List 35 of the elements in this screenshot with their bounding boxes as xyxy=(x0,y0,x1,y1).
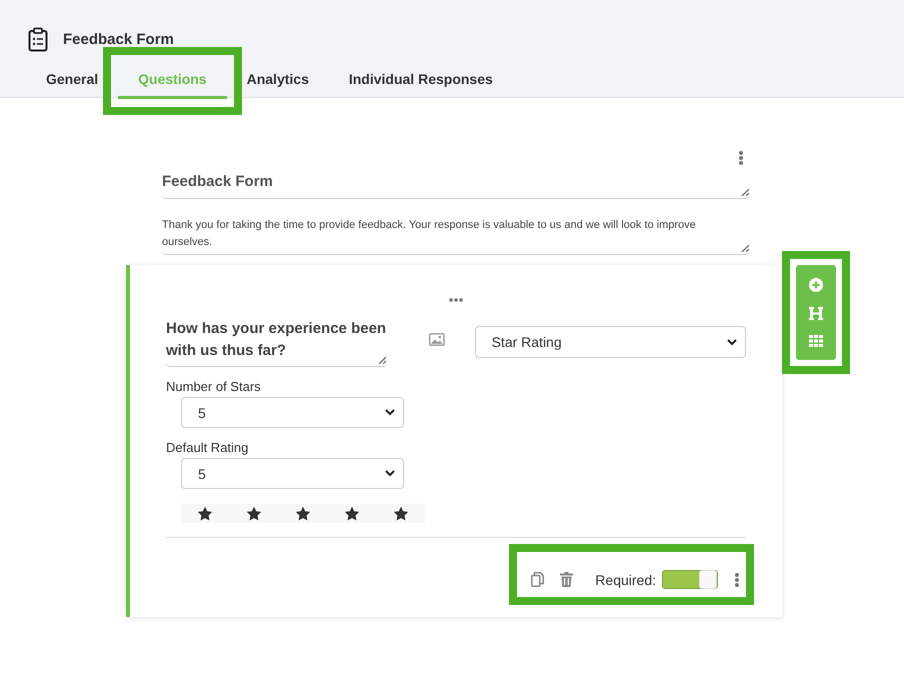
drag-handle-icon[interactable] xyxy=(449,298,463,302)
tab[interactable]: General xyxy=(26,60,118,99)
image-icon[interactable] xyxy=(428,333,445,346)
clipboard-icon xyxy=(28,26,48,52)
resize-grip-icon xyxy=(741,188,749,196)
dropdown[interactable]: 5 xyxy=(181,397,404,428)
star-icon[interactable] xyxy=(344,506,360,520)
field-label: Number of Stars xyxy=(166,379,262,394)
form-description-field[interactable]: Thank you for taking the time to provide feedback. Your response is valuable to us and we will look to improve ourselves. xyxy=(162,216,750,255)
copy-icon[interactable] xyxy=(531,572,544,587)
question-type-dropdown[interactable]: Star Rating xyxy=(474,326,746,358)
resize-grip-icon xyxy=(378,356,386,364)
form-title-field[interactable]: Feedback Form xyxy=(162,167,750,199)
chevron-down-icon xyxy=(385,470,395,477)
question-text-field[interactable]: How has your experience been with us thus far? xyxy=(166,318,387,367)
grid-icon[interactable] xyxy=(809,334,823,347)
trash-icon[interactable] xyxy=(560,572,574,587)
heading-icon[interactable] xyxy=(809,306,823,320)
star-icon[interactable] xyxy=(294,506,311,520)
tab[interactable]: Individual Responses xyxy=(328,60,513,99)
add-icon[interactable] xyxy=(809,278,823,292)
required-toggle[interactable] xyxy=(662,570,718,589)
tab[interactable]: Analytics xyxy=(226,60,329,99)
required-label: Required: xyxy=(595,572,656,588)
star-icon[interactable] xyxy=(246,506,262,520)
star-icon[interactable] xyxy=(197,506,214,520)
more-options-icon[interactable] xyxy=(738,150,744,166)
chevron-down-icon xyxy=(727,338,737,346)
resize-grip-icon xyxy=(741,244,749,252)
field-label: Default Rating xyxy=(166,440,250,455)
chevron-down-icon xyxy=(385,409,395,416)
dropdown[interactable]: 5 xyxy=(181,458,404,489)
star-icon[interactable] xyxy=(392,506,409,520)
more-options-icon[interactable] xyxy=(734,572,740,588)
page-title: Feedback Form xyxy=(63,30,174,48)
